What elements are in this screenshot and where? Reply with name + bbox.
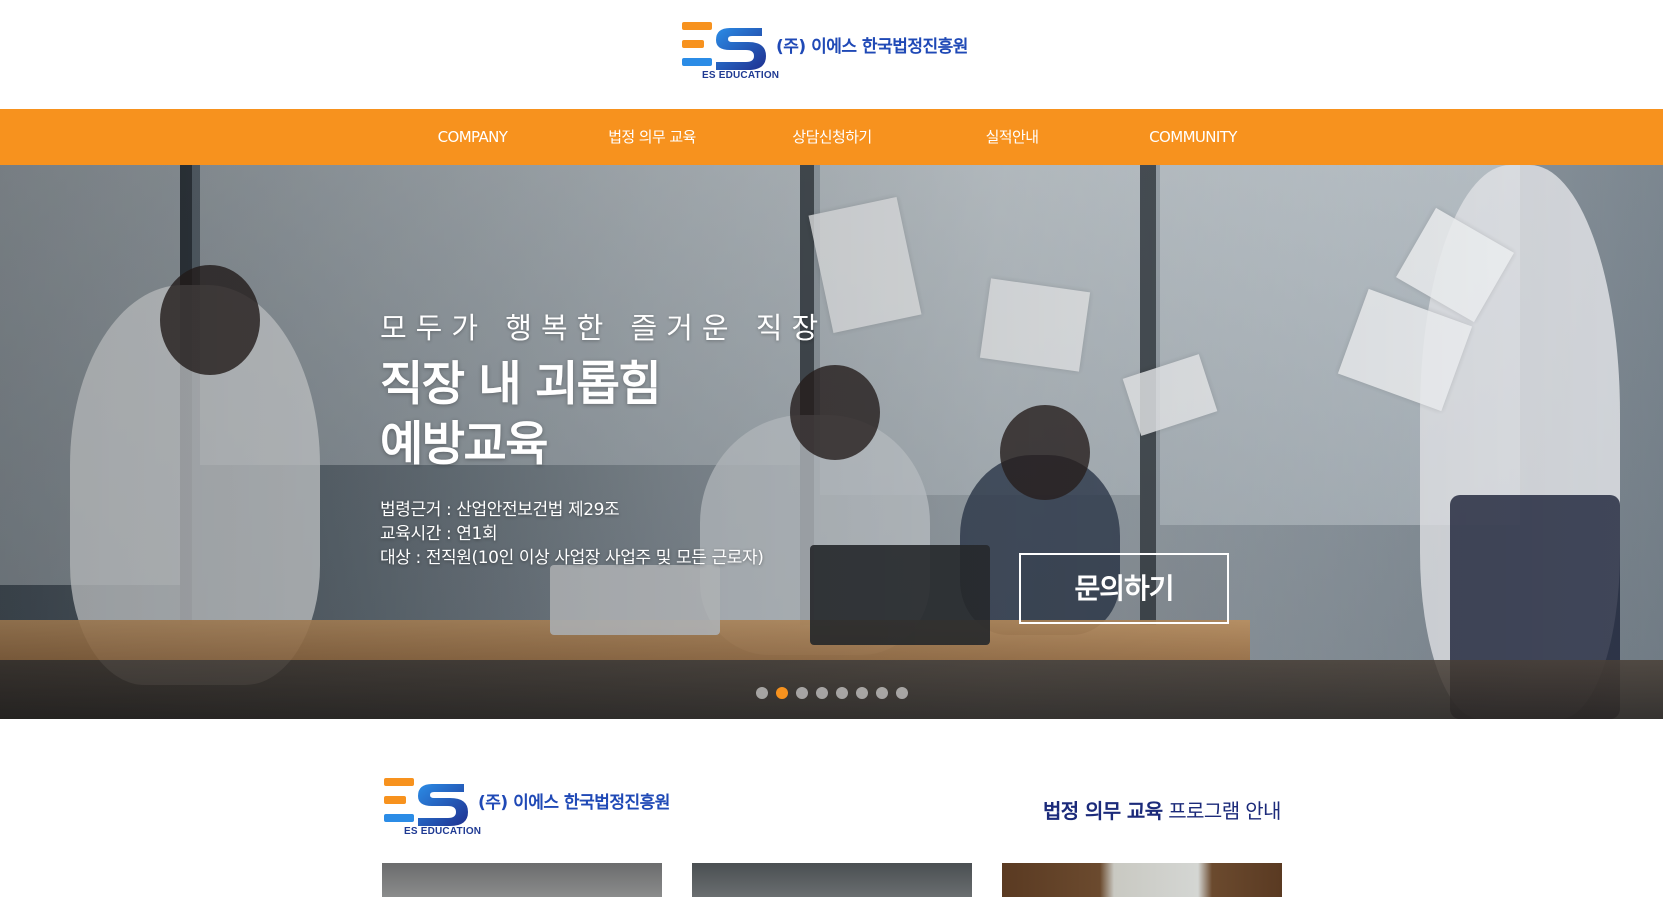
program-thumbnail[interactable] [692,863,972,897]
main-nav: COMPANY 법정 의무 교육 상담신청하기 실적안내 COMMUNITY [0,109,1663,165]
nav-item-legal-education[interactable]: 법정 의무 교육 [598,109,706,165]
hero-overlay [0,165,1663,719]
nav-item-community[interactable]: COMMUNITY [1140,109,1246,165]
site-header: ES EDUCATION (주) 이에스 한국법정진흥원 [0,0,1663,109]
slider-pagination [756,687,908,699]
hero-info-duration: 교육시간 : 연1회 [380,524,498,544]
slider-dot[interactable] [776,687,788,699]
program-thumbnail[interactable] [382,863,662,897]
slider-dot[interactable] [896,687,908,699]
logo-subtitle: ES EDUCATION [404,826,482,837]
program-thumbnail[interactable] [1002,863,1282,897]
slider-dot[interactable] [756,687,768,699]
hero-slider: 모두가 행복한 즐거운 직장 직장 내 괴롭힘 예방교육 법령근거 : 산업안전… [0,165,1663,719]
slider-dot[interactable] [856,687,868,699]
slider-dot[interactable] [796,687,808,699]
hero-title: 직장 내 괴롭힘 예방교육 [380,355,662,475]
hero-subtitle: 모두가 행복한 즐거운 직장 [380,311,828,345]
hero-info-target: 대상 : 전직원(10인 이상 사업장 사업주 및 모든 근로자) [380,548,764,568]
logo-subtitle: ES EDUCATION [702,70,780,81]
section-logo[interactable]: ES EDUCATION (주) 이에스 한국법정진흥원 [382,774,670,842]
section-heading: 법정 의무 교육 프로그램 안내 [1043,795,1281,824]
logo-company-name: (주) 이에스 한국법정진흥원 [776,37,968,57]
hero-info: 법령근거 : 산업안전보건법 제29조 교육시간 : 연1회 대상 : 전직원(… [380,498,764,570]
es-logo-icon: ES EDUCATION [680,18,779,86]
nav-item-performance[interactable]: 실적안내 [968,109,1056,165]
slider-dot[interactable] [836,687,848,699]
logo-company-name: (주) 이에스 한국법정진흥원 [478,793,670,813]
slider-dot[interactable] [816,687,828,699]
inquiry-button[interactable]: 문의하기 [1019,553,1229,624]
section-heading-rest: 프로그램 안내 [1162,799,1281,823]
section-heading-strong: 법정 의무 교육 [1043,799,1163,823]
site-logo[interactable]: ES EDUCATION (주) 이에스 한국법정진흥원 [680,18,968,86]
es-logo-icon: ES EDUCATION [382,774,481,842]
nav-item-consultation[interactable]: 상담신청하기 [780,109,884,165]
hero-title-line: 예방교육 [380,417,548,472]
slider-dot[interactable] [876,687,888,699]
nav-item-company[interactable]: COMPANY [420,109,525,165]
hero-info-legal-basis: 법령근거 : 산업안전보건법 제29조 [380,500,620,520]
hero-title-line: 직장 내 괴롭힘 [380,357,662,412]
